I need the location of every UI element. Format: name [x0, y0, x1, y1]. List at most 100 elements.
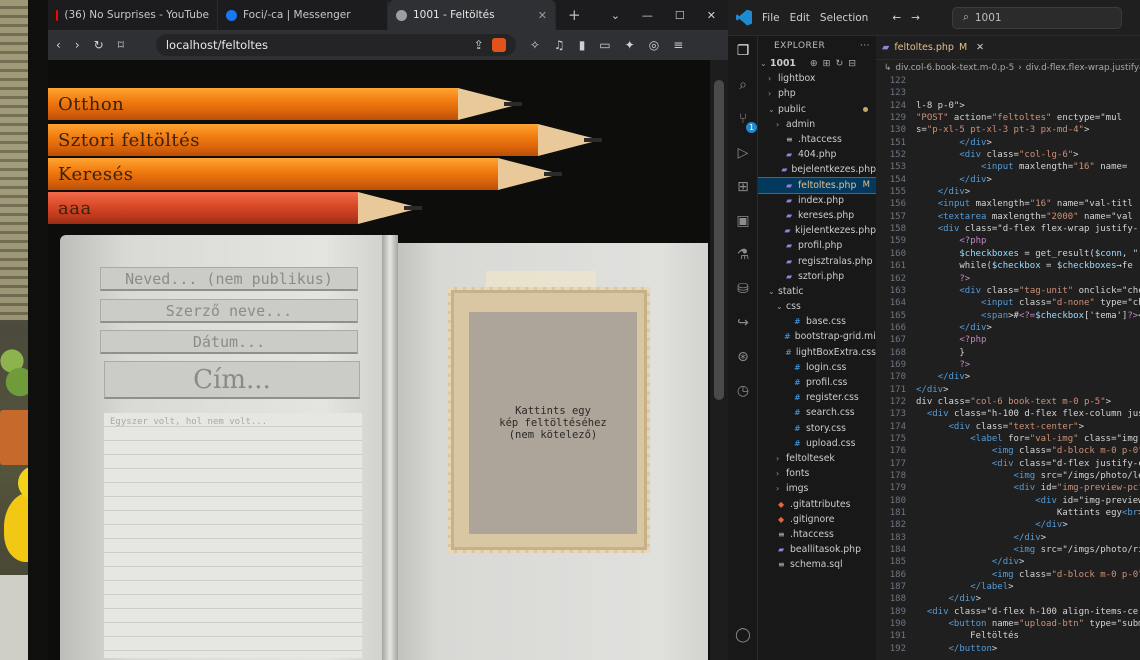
code-line[interactable]: 183 </div>: [876, 533, 1140, 545]
title-input[interactable]: Cím...: [104, 361, 360, 399]
tree-folder[interactable]: › feltoltesek: [758, 451, 876, 466]
nav-link-kereses[interactable]: Keresés: [48, 158, 562, 190]
git-graph-icon[interactable]: ⊛: [734, 348, 752, 366]
vpn-icon[interactable]: ◎: [649, 38, 659, 52]
tree-folder[interactable]: ⌄ css: [758, 299, 876, 314]
code-line[interactable]: 154 </div>: [876, 175, 1140, 187]
tree-file[interactable]: ▰ 404.php: [758, 147, 876, 162]
command-center-search[interactable]: ⌕ 1001: [951, 6, 1122, 29]
tree-file[interactable]: ▰ regisztralas.php: [758, 253, 876, 268]
search-icon[interactable]: ⌕: [734, 76, 752, 94]
browser-scrollbar[interactable]: [710, 60, 730, 660]
breadcrumb-item[interactable]: div.col-6.book-text.m-0.p-5: [895, 63, 1014, 73]
nav-link-otthon[interactable]: Otthon: [48, 88, 522, 120]
url-field[interactable]: localhost/feltoltes ⇪: [155, 34, 516, 56]
code-line[interactable]: 122: [876, 76, 1140, 88]
code-line[interactable]: 156 <input maxlength="16" name="val-titl: [876, 199, 1140, 211]
code-line[interactable]: 159 <?php: [876, 236, 1140, 248]
tree-file[interactable]: ▰ index.php: [758, 193, 876, 208]
tree-file[interactable]: ▰ sztori.php: [758, 269, 876, 284]
code-line[interactable]: 160 $checkboxes = get_result($conn, ": [876, 249, 1140, 261]
explorer-icon[interactable]: ❐: [734, 42, 752, 60]
code-line[interactable]: 174 <div class="text-center">: [876, 422, 1140, 434]
code-line[interactable]: 158 <div class="d-flex flex-wrap justify…: [876, 224, 1140, 236]
extensions-icon[interactable]: ⊞: [734, 178, 752, 196]
tree-file[interactable]: ≡ .htaccess: [758, 527, 876, 542]
timeline-icon[interactable]: ◷: [734, 382, 752, 400]
browser-tab-youtube[interactable]: (36) No Surprises - YouTube: [48, 0, 218, 30]
code-line[interactable]: 189 <div class="d-flex h-100 align-items…: [876, 607, 1140, 619]
code-line[interactable]: 191 Feltöltés: [876, 631, 1140, 643]
back-icon[interactable]: ‹: [56, 38, 61, 52]
share-icon[interactable]: ⇪: [474, 38, 484, 52]
project-root[interactable]: ⌄ 1001 ⊕⊞↻⊟: [758, 56, 876, 71]
close-icon[interactable]: ✕: [976, 42, 984, 53]
tree-file[interactable]: ▰ bejelentkezes.php: [758, 162, 876, 177]
code-line[interactable]: 168 }: [876, 348, 1140, 360]
tree-file[interactable]: # login.css: [758, 360, 876, 375]
close-tab-icon[interactable]: ✕: [538, 9, 547, 22]
story-textarea[interactable]: Egyszer volt, hol nem volt...: [104, 413, 362, 658]
code-line[interactable]: 179 <div id="img-preview-pc": [876, 483, 1140, 495]
brave-shield-icon[interactable]: [491, 38, 506, 52]
code-line[interactable]: 178 <img src="/imgs/photo/lef: [876, 471, 1140, 483]
maximize-icon[interactable]: ☐: [675, 9, 685, 22]
code-line[interactable]: 181 Kattints egy<br>ké: [876, 508, 1140, 520]
menu-selection[interactable]: Selection: [820, 12, 868, 24]
code-line[interactable]: 188 </div>: [876, 594, 1140, 606]
code-view[interactable]: 122 123 124 l-8 p-0"> 129 "POST" action="felt…: [876, 76, 1140, 656]
tree-file[interactable]: ▰ beallitasok.php: [758, 542, 876, 557]
tree-file[interactable]: ◆ .gitignore: [758, 512, 876, 527]
account-icon[interactable]: ◯: [734, 626, 752, 644]
name-input[interactable]: Neved... (nem publikus): [100, 267, 358, 291]
code-line[interactable]: 190 <button name="upload-btn" type="subm: [876, 619, 1140, 631]
forward-arrow-icon[interactable]: →: [911, 12, 920, 24]
code-line[interactable]: 161 while($checkbox = $checkboxes→fe: [876, 261, 1140, 273]
editor-tab-feltoltes[interactable]: ▰ feltoltes.php M ✕: [876, 36, 1140, 60]
tree-folder[interactable]: ⌄ public: [758, 102, 876, 117]
code-line[interactable]: 157 <textarea maxlength="2000" name="val: [876, 212, 1140, 224]
run-debug-icon[interactable]: ▷: [734, 144, 752, 162]
menu-icon[interactable]: ≡: [673, 38, 683, 52]
code-line[interactable]: 182 </div>: [876, 520, 1140, 532]
tree-file[interactable]: ▰ feltoltes.php M: [758, 176, 876, 194]
code-line[interactable]: 167 <?php: [876, 335, 1140, 347]
tree-folder[interactable]: › admin: [758, 117, 876, 132]
menu-file[interactable]: File: [762, 12, 780, 24]
close-window-icon[interactable]: ✕: [707, 9, 716, 22]
chevron-down-icon[interactable]: ⌄: [611, 9, 620, 22]
date-input[interactable]: Dátum...: [100, 330, 358, 354]
tree-file[interactable]: ≡ .htaccess: [758, 132, 876, 147]
code-line[interactable]: 129 "POST" action="feltoltes" enctype="mu…: [876, 113, 1140, 125]
wallet-icon[interactable]: ▭: [599, 38, 610, 52]
forward-icon[interactable]: ›: [75, 38, 80, 52]
extensions-icon[interactable]: ✧: [530, 38, 540, 52]
code-line[interactable]: 187 </label>: [876, 582, 1140, 594]
source-control-icon[interactable]: ⑂ 1: [734, 110, 757, 133]
menu-edit[interactable]: Edit: [790, 12, 810, 24]
code-line[interactable]: 165 <span>#<?=$checkbox['tema']?></: [876, 311, 1140, 323]
code-line[interactable]: 153 <input maxlength="16" name=: [876, 162, 1140, 174]
tree-file[interactable]: # story.css: [758, 421, 876, 436]
code-line[interactable]: 184 <img src="/imgs/photo/righ: [876, 545, 1140, 557]
code-line[interactable]: 123: [876, 88, 1140, 100]
tree-file[interactable]: # profil.css: [758, 375, 876, 390]
code-line[interactable]: 164 <input class="d-none" type="ch: [876, 298, 1140, 310]
minimize-icon[interactable]: —: [642, 9, 653, 22]
author-input[interactable]: Szerző neve...: [100, 299, 358, 323]
code-line[interactable]: 173 <div class="h-100 d-flex flex-column…: [876, 409, 1140, 421]
code-line[interactable]: 162 ?>: [876, 274, 1140, 286]
code-line[interactable]: 166 </div>: [876, 323, 1140, 335]
code-line[interactable]: 176 <img class="d-block m-0 p-0": [876, 446, 1140, 458]
code-line[interactable]: 172 div class="col-6 book-text m-0 p-5">: [876, 397, 1140, 409]
database-icon[interactable]: ⛁: [734, 280, 752, 298]
code-line[interactable]: 124 l-8 p-0">: [876, 101, 1140, 113]
browser-tab-messenger[interactable]: Foci/-ca | Messenger: [218, 0, 388, 30]
tree-file[interactable]: # register.css: [758, 390, 876, 405]
breadcrumb-item[interactable]: div.d-flex.flex-wrap.justify-co: [1026, 63, 1140, 73]
code-line[interactable]: 163 <div class="tag-unit" onclick="che: [876, 286, 1140, 298]
leo-ai-icon[interactable]: ✦: [625, 38, 635, 52]
code-line[interactable]: 169 ?>: [876, 360, 1140, 372]
reload-icon[interactable]: ↻: [94, 38, 104, 52]
live-share-icon[interactable]: ↪: [734, 314, 752, 332]
